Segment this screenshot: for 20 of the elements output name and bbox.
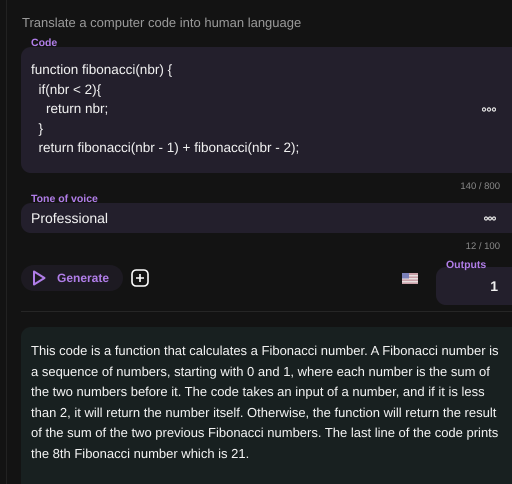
play-icon: [31, 269, 47, 287]
code-field[interactable]: function fibonacci(nbr) { if(nbr < 2){ return nbr; } return fibonacci(nbr - 1) + fibonacci(nbr - 2);: [21, 47, 512, 173]
add-icon[interactable]: [131, 269, 150, 287]
code-line: function fibonacci(nbr) {: [31, 61, 174, 80]
code-line: return fibonacci(nbr - 1) + fibonacci(nbr - 2);: [38, 139, 300, 158]
character-counter: 140 / 800: [459, 181, 501, 193]
code-line: return nbr;: [45, 100, 110, 118]
flag-icon[interactable]: [402, 273, 418, 284]
code-line: if(nbr < 2){: [38, 80, 102, 99]
character-counter: 12 / 100: [464, 241, 501, 253]
field-label: Tone of voice: [31, 193, 99, 203]
field-label: Code: [31, 37, 58, 47]
page-heading: Translate a computer code into human language: [21, 14, 302, 32]
more-icon[interactable]: [484, 216, 496, 220]
tone-field[interactable]: Professional: [21, 203, 512, 233]
code-line: }: [38, 120, 44, 138]
result-text: This code is a function that calculates a Fibonacci number. A Fibonacci number is a sequence of numbers, starting with 0 and 1, where each number is the sum of the two numbers before it. The code takes an input of a number, and if it is less than 2, it will return the number itself. Otherwise, the function will return the result of the sum of the two previous Fibonacci numbers. The last line of the code prints the 8th Fibonacci number which is 21.: [31, 342, 500, 462]
generate-button[interactable]: Generate: [21, 265, 124, 291]
field-value: Professional: [31, 210, 110, 226]
more-icon[interactable]: [482, 106, 496, 112]
